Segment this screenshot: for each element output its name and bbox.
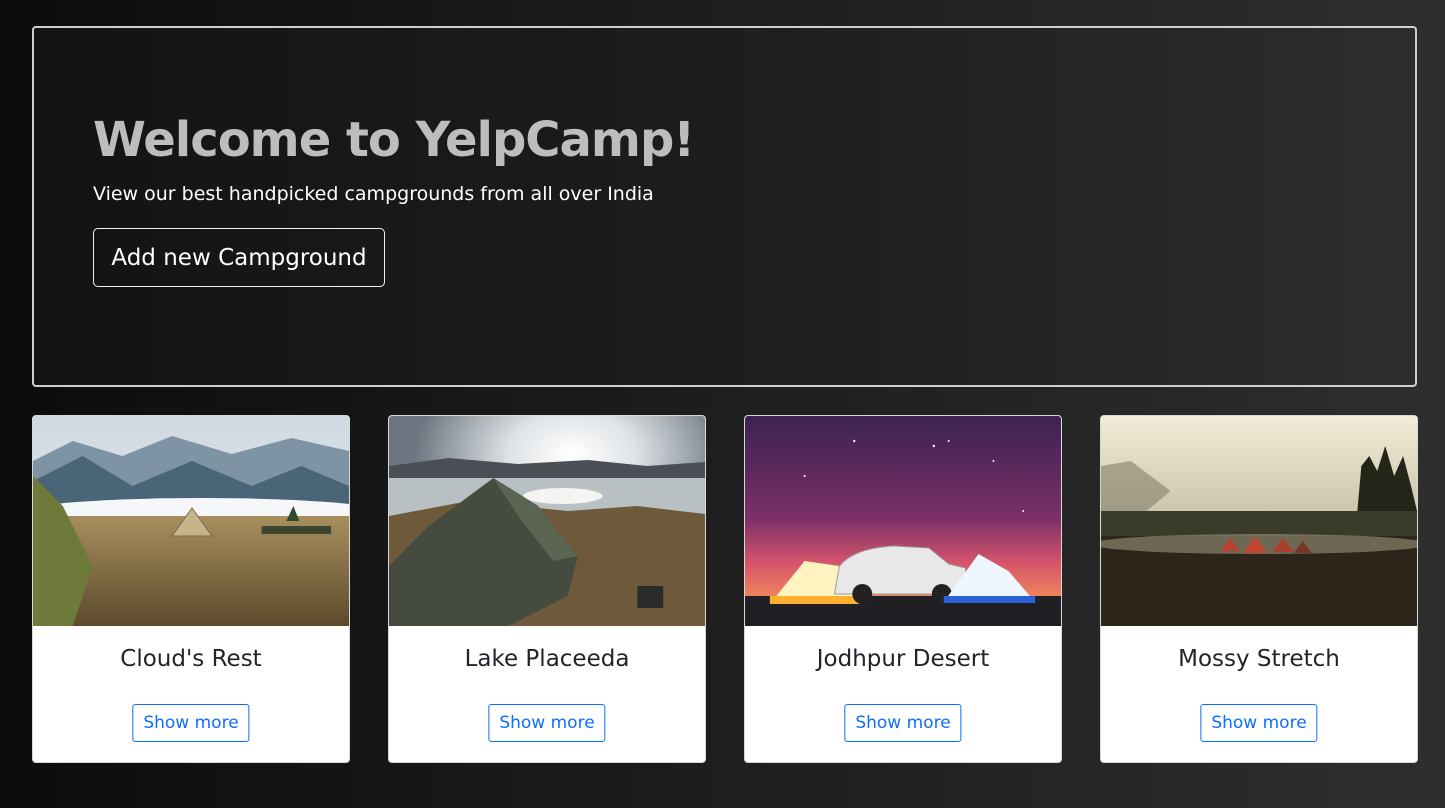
show-more-button[interactable]: Show more: [132, 704, 250, 742]
add-campground-button[interactable]: Add new Campground: [93, 228, 385, 287]
page-title: Welcome to YelpCamp!: [93, 112, 695, 168]
campground-card: Lake Placeeda Show more: [388, 415, 706, 763]
show-more-button[interactable]: Show more: [1200, 704, 1318, 742]
campground-image: [389, 416, 705, 626]
campground-image: [33, 416, 349, 626]
campground-image: [1101, 416, 1417, 626]
campground-name: Jodhpur Desert: [816, 646, 990, 672]
campground-card: Jodhpur Desert Show more: [744, 415, 1062, 763]
show-more-button[interactable]: Show more: [488, 704, 606, 742]
campground-image: [745, 416, 1061, 626]
campground-card: Cloud's Rest Show more: [32, 415, 350, 763]
campground-name: Lake Placeeda: [464, 646, 630, 672]
campground-name: Cloud's Rest: [120, 646, 262, 672]
campground-card: Mossy Stretch Show more: [1100, 415, 1418, 763]
hero-banner: Welcome to YelpCamp! View our best handp…: [32, 26, 1417, 387]
show-more-button[interactable]: Show more: [844, 704, 962, 742]
hero-subtitle: View our best handpicked campgrounds fro…: [93, 183, 654, 205]
campground-name: Mossy Stretch: [1178, 646, 1340, 672]
